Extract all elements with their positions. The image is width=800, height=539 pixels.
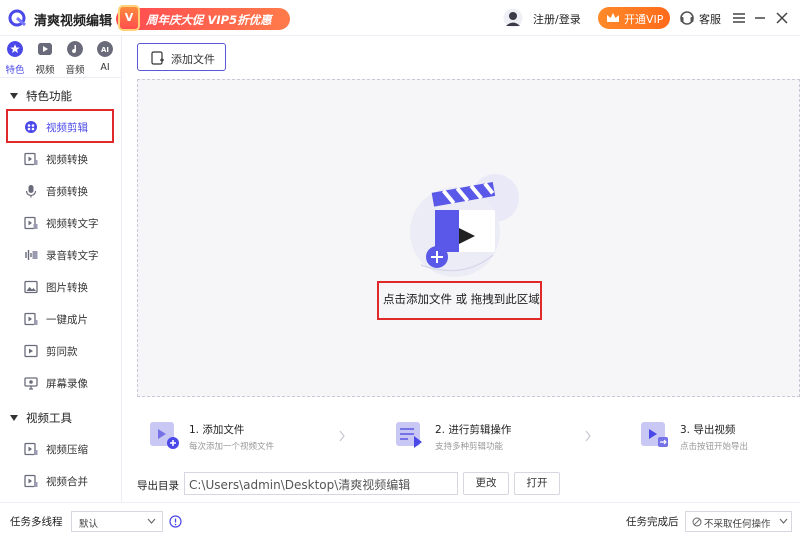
svg-text:AI: AI — [101, 46, 109, 54]
file-drop-zone[interactable] — [137, 79, 800, 397]
menu-icon[interactable] — [730, 9, 748, 27]
compress-icon — [24, 442, 38, 456]
open-vip-button[interactable]: 开通VIP — [598, 7, 670, 29]
selection-highlight-box — [6, 109, 114, 143]
image-icon — [24, 280, 38, 294]
promo-text: 周年庆大促 VIP5折优惠 — [146, 13, 272, 27]
export-step-icon — [641, 422, 668, 447]
sidebar-item-image-convert[interactable]: 图片转换 — [0, 272, 121, 302]
one-click-video-icon — [24, 312, 38, 326]
section-video-tools[interactable]: 视频工具 — [10, 410, 72, 426]
video-convert-icon — [24, 152, 38, 166]
login-link[interactable]: 注册/登录 — [533, 11, 581, 27]
star-icon — [7, 41, 23, 57]
minimize-icon[interactable] — [751, 9, 769, 27]
sidebar-item-video-merge[interactable]: 视频合并 — [0, 466, 121, 496]
sidebar: 特色 视频 音频 AI AI 特色功能 视频剪辑 视频转换 音频转换 视频转文字… — [0, 36, 122, 502]
chevron-right-icon — [339, 430, 345, 442]
bottom-bar: 任务多线程 默认 任务完成后 不采取任何操作 — [0, 502, 800, 539]
chevron-down-icon — [147, 518, 156, 524]
change-dir-button[interactable]: 更改 — [463, 472, 509, 495]
video-to-text-icon — [24, 216, 38, 230]
promo-badge: V — [118, 5, 140, 31]
tab-video[interactable]: 视频 — [32, 41, 58, 76]
tab-audio[interactable]: 音频 — [62, 41, 88, 76]
caret-down-icon — [10, 92, 18, 99]
export-dir-input[interactable]: C:\Users\admin\Desktop\清爽视频编辑 — [184, 472, 458, 495]
info-icon[interactable] — [169, 515, 182, 528]
tab-featured[interactable]: 特色 — [2, 41, 28, 76]
audio-icon — [67, 41, 83, 57]
chevron-down-icon — [779, 518, 788, 524]
chevron-right-icon — [585, 430, 591, 442]
sidebar-item-video-to-text[interactable]: 视频转文字 — [0, 208, 121, 238]
add-video-step-icon — [150, 422, 179, 449]
sidebar-item-template[interactable]: 剪同款 — [0, 336, 121, 366]
sidebar-item-video-compress[interactable]: 视频压缩 — [0, 434, 121, 464]
video-icon — [38, 43, 52, 55]
promo-banner[interactable]: V 周年庆大促 VIP5折优惠 — [116, 5, 290, 31]
clapperboard-illustration-icon — [410, 174, 519, 277]
threads-label: 任务多线程 — [10, 516, 63, 528]
sidebar-item-one-click-video[interactable]: 一键成片 — [0, 304, 121, 334]
headset-icon[interactable] — [679, 10, 695, 26]
template-icon — [24, 344, 38, 358]
after-task-label: 任务完成后 — [626, 516, 679, 528]
after-task-select[interactable]: 不采取任何操作 — [685, 511, 792, 532]
crown-icon — [607, 13, 619, 22]
sidebar-item-screen-record[interactable]: 屏幕录像 — [0, 368, 121, 398]
app-logo-icon — [8, 9, 26, 27]
edit-step-icon — [396, 422, 422, 448]
microphone-icon — [25, 185, 37, 198]
user-avatar-icon[interactable] — [503, 8, 523, 28]
app-title: 清爽视频编辑 — [34, 14, 113, 29]
section-featured[interactable]: 特色功能 — [10, 88, 72, 104]
ai-icon: AI — [97, 41, 113, 57]
sidebar-item-audio-to-text[interactable]: 录音转文字 — [0, 240, 121, 270]
screen-record-icon — [24, 377, 38, 390]
sidebar-item-video-convert[interactable]: 视频转换 — [0, 144, 121, 174]
export-dir-label: 导出目录 — [137, 480, 179, 492]
category-nav: 特色 视频 音频 AI AI — [0, 36, 122, 78]
merge-icon — [24, 474, 38, 488]
tab-ai[interactable]: AI AI — [92, 41, 118, 75]
add-file-icon — [151, 51, 164, 65]
sidebar-item-audio-convert[interactable]: 音频转换 — [0, 176, 121, 206]
service-link[interactable]: 客服 — [699, 11, 721, 27]
title-bar: 清爽视频编辑 V 周年庆大促 VIP5折优惠 注册/登录 开通VIP 客服 — [0, 0, 800, 36]
caret-down-icon — [10, 414, 18, 421]
instruction-highlight-box — [377, 281, 542, 320]
audio-to-text-icon — [25, 250, 38, 260]
no-action-icon — [692, 517, 702, 527]
vip-label: 开通VIP — [624, 13, 664, 26]
add-file-button[interactable]: 添加文件 — [137, 43, 226, 71]
open-dir-button[interactable]: 打开 — [514, 472, 560, 495]
threads-select[interactable]: 默认 — [71, 511, 163, 532]
close-icon[interactable] — [773, 9, 791, 27]
